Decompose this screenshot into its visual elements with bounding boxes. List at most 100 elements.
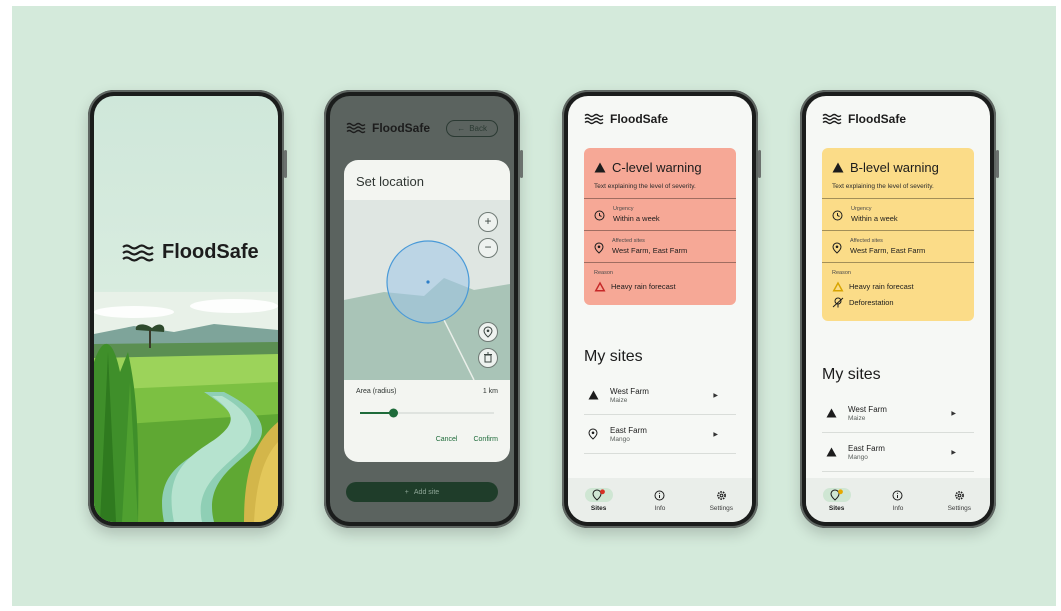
warning-triangle-icon [826, 447, 836, 457]
area-label: Area (radius) [356, 388, 397, 395]
dialog-actions: Cancel Confirm [436, 436, 498, 443]
reason-label: Reason [832, 270, 851, 276]
heavy-rain-warning-icon [832, 281, 844, 292]
reason-row: Reason Heavy rain forecast Deforestation [822, 263, 974, 321]
nav-settings-label: Settings [947, 505, 972, 512]
set-location-dialog: Set location + − Area (radius) 1 km Canc… [344, 160, 510, 462]
site-name: East Farm [610, 425, 647, 435]
affected-sites-row: Affected sites West Farm, East Farm [822, 231, 974, 263]
phone-b-level: FloodSafe B-level warning Text explainin… [800, 90, 999, 528]
site-name: West Farm [848, 404, 887, 414]
location-map[interactable]: + − [344, 200, 510, 381]
warning-title: C-level warning [612, 160, 702, 175]
sites-alert-icon [830, 489, 843, 501]
add-site-label: Add site [413, 488, 440, 496]
trash-icon [484, 352, 492, 363]
nav-sites[interactable]: Sites [584, 488, 613, 512]
splash-screen: FloodSafe [94, 96, 278, 522]
urgency-label: Urgency [613, 206, 634, 212]
chevron-right-icon: ▶ [951, 449, 956, 456]
reason-row: Reason Heavy rain forecast [584, 263, 736, 305]
brand-logo: FloodSafe [584, 112, 668, 126]
nav-sites[interactable]: Sites [822, 488, 851, 512]
urgency-value: Within a week [613, 214, 660, 223]
splash-logo: FloodSafe [122, 241, 259, 264]
chevron-right-icon: ▶ [713, 392, 718, 399]
brand-logo: FloodSafe [822, 112, 906, 126]
nav-settings[interactable]: Settings [707, 488, 735, 512]
phone-splash: FloodSafe [88, 90, 287, 528]
pin-button[interactable] [478, 322, 498, 342]
my-sites-heading: My sites [822, 366, 881, 383]
delete-button[interactable] [478, 348, 498, 368]
chevron-right-icon: ▶ [951, 410, 956, 417]
site-name: West Farm [610, 386, 649, 396]
add-site-button[interactable]: + Add site [346, 482, 498, 502]
top-bar: FloodSafe ← Back [346, 116, 498, 140]
map-pin-icon [483, 326, 493, 338]
dialog-title: Set location [356, 174, 424, 189]
site-east-farm[interactable]: East Farm Mango ▶ [584, 415, 736, 454]
nav-settings[interactable]: Settings [945, 488, 973, 512]
waves-icon [122, 243, 154, 262]
brand-name: FloodSafe [372, 121, 431, 135]
gear-icon [716, 490, 726, 500]
c-level-screen: FloodSafe C-level warning Text explainin… [568, 96, 752, 522]
brand-name: FloodSafe [610, 112, 669, 126]
site-crop: Mango [610, 435, 630, 443]
side-button [758, 150, 761, 178]
site-crop: Maize [848, 414, 866, 422]
splash-brand-name: FloodSafe [162, 241, 259, 263]
site-east-farm[interactable]: East Farm Mango ▶ [822, 433, 974, 472]
warning-description: Text explaining the level of severity. [832, 183, 934, 190]
reason-label: Reason [594, 270, 613, 276]
my-sites-heading: My sites [584, 348, 643, 365]
area-value: 1 km [482, 388, 498, 395]
affected-sites-value: West Farm, East Farm [612, 246, 688, 255]
side-button [284, 150, 287, 178]
affected-sites-label: Affected sites [612, 238, 645, 244]
zoom-out-button[interactable]: − [478, 238, 498, 258]
waves-icon [346, 122, 366, 134]
side-button [520, 150, 523, 178]
warning-header: C-level warning Text explaining the leve… [584, 148, 736, 199]
nav-info[interactable]: Info [884, 488, 912, 512]
nav-info-label: Info [892, 505, 904, 512]
heavy-rain-warning-icon [594, 281, 606, 292]
reason-text: Heavy rain forecast [849, 282, 914, 291]
site-west-farm[interactable]: West Farm Maize ▶ [822, 394, 974, 433]
nav-info[interactable]: Info [646, 488, 674, 512]
phone-set-location: FloodSafe ← Back Set location + − Area (… [324, 90, 523, 528]
site-crop: Mango [848, 453, 868, 461]
affected-sites-value: West Farm, East Farm [850, 246, 926, 255]
bottom-nav: Sites Info Settings [568, 478, 752, 522]
rice-field-illustration [94, 292, 278, 522]
warning-triangle-icon [588, 390, 598, 400]
side-button [996, 150, 999, 178]
c-level-warning-card[interactable]: C-level warning Text explaining the leve… [584, 148, 736, 305]
confirm-button[interactable]: Confirm [473, 436, 498, 443]
warning-triangle-icon [832, 162, 844, 173]
info-icon [654, 490, 665, 500]
back-label: Back [469, 123, 487, 133]
urgency-value: Within a week [851, 214, 898, 223]
back-button[interactable]: ← Back [446, 119, 498, 137]
brand-logo: FloodSafe [346, 121, 430, 135]
site-crop: Maize [610, 396, 628, 404]
nav-sites-label: Sites [590, 505, 607, 512]
radius-slider[interactable] [360, 408, 494, 418]
zoom-in-button[interactable]: + [478, 212, 498, 232]
affected-sites-label: Affected sites [850, 238, 883, 244]
set-location-screen: FloodSafe ← Back Set location + − Area (… [330, 96, 514, 522]
location-pin-icon [594, 242, 604, 254]
cancel-button[interactable]: Cancel [436, 436, 458, 443]
bottom-nav: Sites Info Settings [806, 478, 990, 522]
site-west-farm[interactable]: West Farm Maize ▶ [584, 376, 736, 415]
arrow-left-icon: ← [457, 123, 466, 133]
gear-icon [954, 490, 964, 500]
warning-title: B-level warning [850, 160, 939, 175]
warning-triangle-icon [594, 162, 606, 173]
b-level-warning-card[interactable]: B-level warning Text explaining the leve… [822, 148, 974, 321]
info-icon [892, 490, 903, 500]
waves-icon [584, 113, 604, 125]
